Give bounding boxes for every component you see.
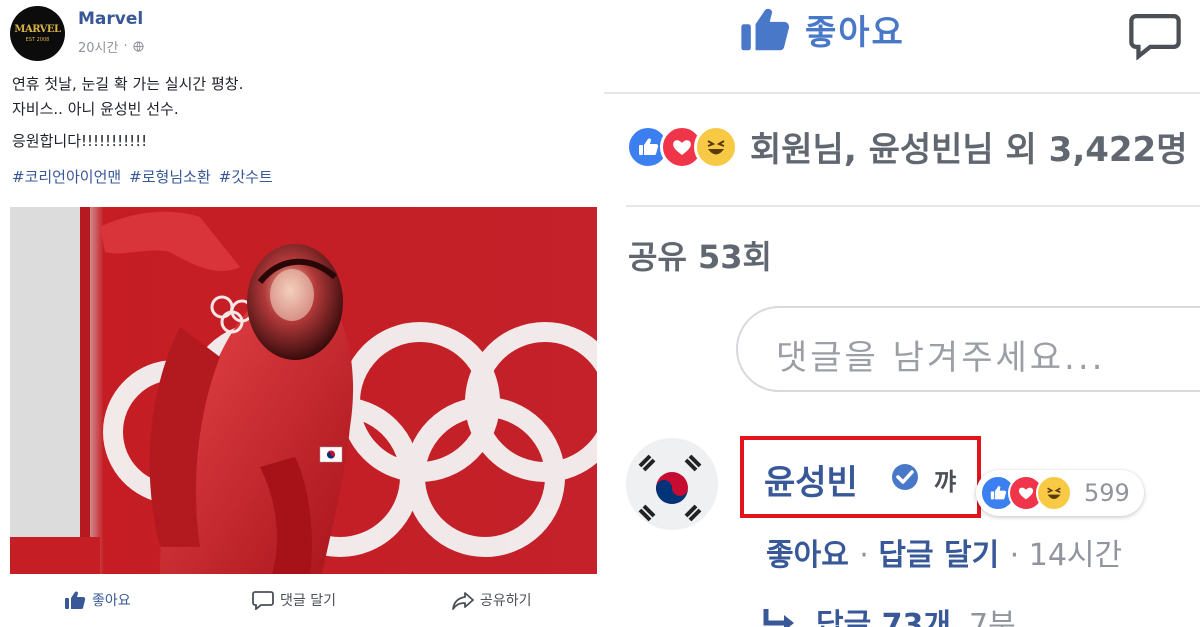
hashtag-link[interactable]: #로형님소환 — [129, 166, 211, 187]
skeleton-athlete-illustration — [10, 207, 597, 574]
post-line-cheer: 응원합니다!!!!!!!!!!! — [12, 132, 148, 150]
share-button[interactable]: 공유하기 — [452, 590, 532, 610]
highlighted-comment-author: 윤성빈 꺄 — [740, 436, 981, 518]
separator-dot: · — [859, 538, 879, 573]
post-line-1: 연휴 첫날, 눈길 확 가는 실시간 평창. — [12, 75, 244, 93]
reaction-names: 회원님, 윤성빈님 외 3,422명 — [750, 130, 1188, 170]
hashtag-link[interactable]: #갓수트 — [219, 166, 273, 187]
comment-input-placeholder: 댓글을 남겨주세요... — [776, 338, 1106, 378]
share-arrow-icon — [452, 592, 474, 610]
like-button[interactable]: 좋아요 — [64, 590, 131, 610]
avatar-logo-subtext: EST 2008 — [25, 37, 50, 43]
facebook-post: MARVEL EST 2008 Marvel 20시간 · 연휴 첫날, 눈길 … — [0, 0, 604, 627]
page-avatar[interactable]: MARVEL EST 2008 — [10, 6, 65, 61]
commenter-avatar[interactable] — [626, 438, 718, 530]
comment-input[interactable]: 댓글을 남겨주세요... — [736, 306, 1200, 392]
speech-bubble-icon — [1129, 13, 1181, 61]
view-replies-link[interactable]: 답글 73개 7분 — [762, 600, 1016, 627]
share-button-label: 공유하기 — [480, 593, 532, 609]
comment-timestamp[interactable]: 14시간 — [1029, 538, 1122, 573]
post-action-bar: 좋아요 댓글 달기 공유하기 — [0, 580, 604, 620]
post-timestamp[interactable]: 20시간 — [78, 37, 118, 56]
comment-button[interactable]: 댓글 달기 — [252, 590, 336, 610]
share-count-link[interactable]: 공유 53회 — [628, 232, 772, 278]
reaction-summary[interactable]: 회원님, 윤성빈님 외 3,422명 — [626, 122, 1188, 171]
korean-flag-avatar — [626, 438, 718, 530]
hashtag-row: #코리언아이언맨 #로형님소환 #갓수트 — [12, 166, 273, 187]
replies-count: 답글 73개 — [816, 608, 951, 627]
replies-time: 7분 — [969, 608, 1016, 627]
thumbs-up-icon — [741, 8, 790, 51]
hashtag-link[interactable]: #코리언아이언맨 — [12, 166, 121, 187]
globe-icon[interactable] — [132, 41, 144, 52]
thumbs-up-icon — [65, 591, 86, 609]
haha-reaction-icon — [694, 124, 738, 169]
zoom-comment-button[interactable] — [1129, 10, 1181, 64]
haha-reaction-icon — [1036, 475, 1072, 511]
like-button-label: 좋아요 — [92, 593, 131, 609]
post-meta: 20시간 · — [78, 37, 144, 56]
post-photo[interactable] — [10, 207, 597, 574]
comment-text: 꺄 — [934, 468, 957, 496]
comment-reply-link[interactable]: 답글 달기 — [878, 538, 999, 573]
zoom-like-label: 좋아요 — [805, 12, 905, 53]
speech-bubble-icon — [252, 591, 274, 610]
comment-like-link[interactable]: 좋아요 — [766, 538, 849, 573]
comment-reaction-summary[interactable]: 599 — [976, 470, 1144, 516]
verified-badge-icon — [892, 464, 918, 490]
separator-dot: · — [1009, 538, 1029, 573]
comment-action-row: 좋아요 · 답글 달기 · 14시간 — [766, 530, 1122, 574]
divider — [626, 205, 1200, 207]
avatar-logo-text: MARVEL — [14, 24, 61, 35]
divider — [604, 92, 1200, 94]
reply-arrow-icon — [763, 609, 794, 627]
page-name-link[interactable]: Marvel — [78, 9, 143, 29]
zoom-like-button[interactable]: 좋아요 — [739, 4, 905, 54]
comment-author-name[interactable]: 윤성빈 — [764, 455, 858, 504]
post-body: 연휴 첫날, 눈길 확 가는 실시간 평창. 자비스.. 아니 윤성빈 선수. … — [12, 72, 243, 154]
post-line-2: 자비스.. 아니 윤성빈 선수. — [12, 100, 179, 118]
comment-reaction-count: 599 — [1084, 479, 1130, 507]
zoomed-comment-panel: 좋아요 회원님, 윤성빈님 외 3,422명 공유 53회 댓글을 남겨주세요.… — [604, 0, 1200, 627]
comment-button-label: 댓글 달기 — [280, 593, 336, 609]
meta-dot: · — [123, 39, 128, 54]
